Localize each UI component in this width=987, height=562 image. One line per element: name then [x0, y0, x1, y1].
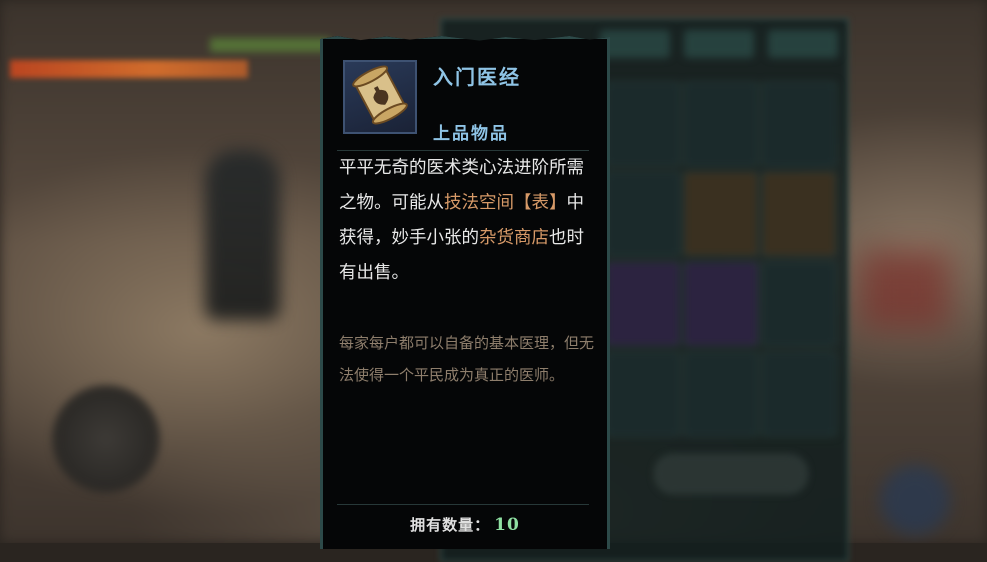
flavor-text: 每家每户都可以自备的基本医理，但无法使得一个平民成为真正的医师。	[339, 334, 595, 384]
owned-label: 拥有数量：	[410, 516, 491, 534]
inventory-slot[interactable]	[762, 172, 836, 256]
inventory-tabs	[600, 30, 838, 58]
item-name: 入门医经	[433, 65, 521, 89]
skill-button[interactable]	[880, 465, 950, 535]
health-bar	[10, 60, 248, 78]
owned-quantity: 拥有数量： 10	[323, 514, 607, 535]
status-bar	[210, 38, 330, 52]
inventory-slot[interactable]	[684, 352, 758, 436]
inventory-slot[interactable]	[606, 262, 680, 346]
location-link-skill-space[interactable]: 技法空间【表】	[444, 193, 567, 213]
inventory-slot[interactable]	[606, 172, 680, 256]
divider	[337, 504, 589, 505]
inventory-tab[interactable]	[684, 30, 754, 58]
inventory-slot[interactable]	[684, 82, 758, 166]
inventory-slot[interactable]	[606, 82, 680, 166]
location-link-general-store[interactable]: 杂货商店	[479, 228, 549, 248]
inventory-slot[interactable]	[684, 172, 758, 256]
player-character	[205, 150, 280, 320]
item-tooltip: 入门医经 上品物品 平平无奇的医术类心法进阶所需之物。可能从技法空间【表】中获得…	[320, 36, 610, 549]
item-icon-frame	[343, 60, 417, 134]
item-description: 平平无奇的医术类心法进阶所需之物。可能从技法空间【表】中获得，妙手小张的杂货商店…	[339, 151, 594, 291]
owned-count: 10	[494, 515, 520, 535]
scene-decoration	[860, 250, 950, 330]
inventory-slot[interactable]	[762, 262, 836, 346]
inventory-tab[interactable]	[768, 30, 838, 58]
inventory-slot[interactable]	[684, 262, 758, 346]
virtual-joystick[interactable]	[52, 385, 160, 493]
inventory-slot[interactable]	[762, 352, 836, 436]
inventory-slot[interactable]	[606, 352, 680, 436]
item-grade: 上品物品	[433, 124, 509, 144]
scroll-icon	[349, 64, 411, 130]
inventory-tab[interactable]	[600, 30, 670, 58]
inventory-action-button[interactable]	[655, 455, 807, 493]
inventory-slot[interactable]	[762, 82, 836, 166]
inventory-grid	[606, 82, 836, 436]
